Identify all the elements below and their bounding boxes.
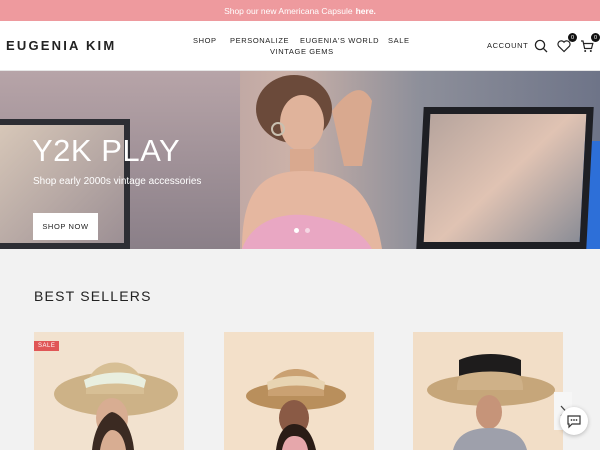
hero-model-image bbox=[242, 75, 382, 249]
search-icon[interactable] bbox=[533, 38, 549, 54]
product-card[interactable] bbox=[224, 332, 374, 450]
nav-item-eugenias-world[interactable]: EUGENIA'S WORLD bbox=[300, 36, 379, 45]
nav-item-shop[interactable]: SHOP bbox=[193, 36, 217, 45]
hero-mirror-right bbox=[416, 107, 594, 249]
site-header: EUGENIA KIM SHOP PERSONALIZE EUGENIA'S W… bbox=[0, 21, 600, 71]
hero-banner[interactable]: Y2K PLAY Shop early 2000s vintage access… bbox=[0, 71, 600, 249]
product-card[interactable] bbox=[413, 332, 563, 450]
chat-icon bbox=[567, 415, 581, 429]
sale-badge: SALE bbox=[34, 341, 60, 351]
slider-dot-1[interactable] bbox=[294, 228, 299, 233]
chat-widget-button[interactable] bbox=[560, 407, 588, 435]
announcement-link[interactable]: here. bbox=[356, 6, 376, 16]
hero-subtitle: Shop early 2000s vintage accessories bbox=[33, 176, 202, 187]
product-image bbox=[224, 332, 374, 450]
product-image bbox=[413, 332, 563, 450]
announcement-text: Shop our new Americana Capsule bbox=[224, 5, 353, 16]
cart-icon[interactable]: 0 bbox=[579, 33, 600, 54]
nav-item-personalize[interactable]: PERSONALIZE bbox=[230, 36, 289, 45]
cart-count-badge: 0 bbox=[591, 33, 600, 42]
hero-title: Y2K PLAY bbox=[32, 133, 181, 168]
nav-item-vintage-gems[interactable]: VINTAGE GEMS bbox=[270, 47, 334, 56]
site-logo[interactable]: EUGENIA KIM bbox=[6, 38, 116, 53]
slider-dots bbox=[294, 228, 310, 233]
wishlist-count-badge: 0 bbox=[568, 33, 577, 42]
announcement-bar: Shop our new Americana Capsule here. bbox=[0, 0, 600, 21]
account-link[interactable]: ACCOUNT bbox=[487, 41, 528, 50]
nav-item-sale[interactable]: SALE bbox=[388, 36, 410, 45]
shop-now-button[interactable]: SHOP NOW bbox=[33, 213, 98, 240]
heart-icon[interactable]: 0 bbox=[556, 33, 577, 54]
best-sellers-title: BEST SELLERS bbox=[34, 288, 152, 304]
slider-dot-2[interactable] bbox=[305, 228, 310, 233]
